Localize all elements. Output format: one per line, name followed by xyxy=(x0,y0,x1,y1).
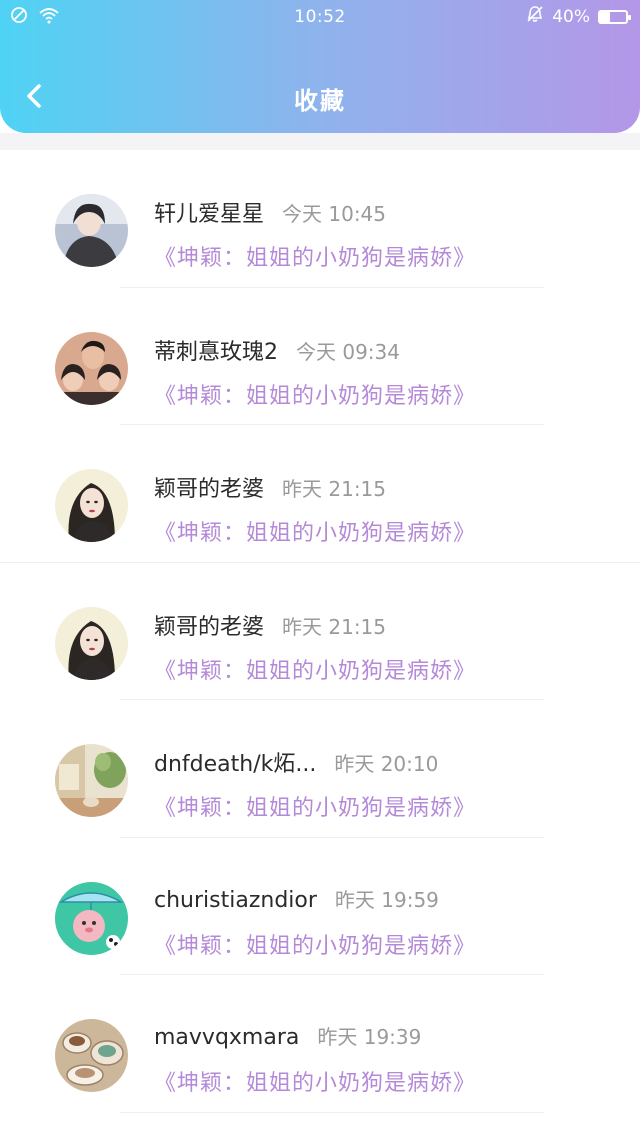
avatar[interactable] xyxy=(55,606,128,680)
timestamp: 今天 09:34 xyxy=(296,339,400,364)
name-line: 颖哥的老婆 昨天 21:15 xyxy=(154,471,386,503)
book-title-link[interactable]: 《坤颖：姐姐的小奶狗是病娇》 xyxy=(154,790,476,822)
book-title-link[interactable]: 《坤颖：姐姐的小奶狗是病娇》 xyxy=(154,928,476,960)
name-line: churistiazndior 昨天 19:59 xyxy=(154,884,439,913)
timestamp: 今天 10:45 xyxy=(282,202,387,226)
avatar[interactable] xyxy=(55,1019,128,1092)
list-item[interactable]: mavvqxmara 昨天 19:39 《坤颖：姐姐的小奶狗是病娇》 xyxy=(0,975,640,1113)
username[interactable]: 颖哥的老婆 xyxy=(154,471,264,503)
avatar[interactable] xyxy=(55,331,128,405)
bell-muted-icon xyxy=(526,5,544,28)
username[interactable]: 颖哥的老婆 xyxy=(154,609,264,641)
name-line: 颖哥的老婆 昨天 21:15 xyxy=(154,609,386,641)
favorites-list: 轩儿爱星星 今天 10:45 《坤颖：姐姐的小奶狗是病娇》 蒂刺惪玫瑰2 今天 … xyxy=(0,150,640,1113)
timestamp: 昨天 21:15 xyxy=(282,614,387,639)
timestamp: 昨天 21:15 xyxy=(282,477,387,501)
timestamp: 昨天 19:59 xyxy=(334,887,439,912)
username[interactable]: churistiazndior xyxy=(154,888,317,913)
book-title-link[interactable]: 《坤颖：姐姐的小奶狗是病娇》 xyxy=(154,653,476,685)
name-line: dnfdeath/k炻... 昨天 20:10 xyxy=(154,746,438,778)
list-item[interactable]: 颖哥的老婆 昨天 21:15 《坤颖：姐姐的小奶狗是病娇》 xyxy=(0,425,640,563)
avatar[interactable] xyxy=(55,881,128,955)
page-title: 收藏 xyxy=(294,87,346,115)
username[interactable]: 轩儿爱星星 xyxy=(154,196,264,228)
name-line: mavvqxmara 昨天 19:39 xyxy=(154,1021,421,1050)
avatar[interactable] xyxy=(55,744,128,817)
username[interactable]: mavvqxmara xyxy=(154,1025,299,1050)
battery-level xyxy=(600,11,611,22)
timestamp: 昨天 19:39 xyxy=(317,1025,422,1049)
book-title-link[interactable]: 《坤颖：姐姐的小奶狗是病娇》 xyxy=(154,515,476,547)
title-bar: 收藏 xyxy=(0,60,640,132)
status-icons-right: 40% xyxy=(526,5,631,28)
list-item[interactable]: 轩儿爱星星 今天 10:45 《坤颖：姐姐的小奶狗是病娇》 xyxy=(0,150,640,288)
name-line: 轩儿爱星星 今天 10:45 xyxy=(154,196,386,228)
divider xyxy=(120,1111,544,1113)
book-title-link[interactable]: 《坤颖：姐姐的小奶狗是病娇》 xyxy=(154,378,476,410)
username[interactable]: dnfdeath/k炻... xyxy=(154,746,316,778)
header: 10:52 40% 收藏 xyxy=(0,0,640,133)
list-item[interactable]: 蒂刺惪玫瑰2 今天 09:34 《坤颖：姐姐的小奶狗是病娇》 xyxy=(0,288,640,425)
avatar[interactable] xyxy=(55,469,128,542)
battery-percent: 40% xyxy=(552,6,590,27)
list-item[interactable]: 颖哥的老婆 昨天 21:15 《坤颖：姐姐的小奶狗是病娇》 xyxy=(0,563,640,700)
list-item[interactable]: churistiazndior 昨天 19:59 《坤颖：姐姐的小奶狗是病娇》 xyxy=(0,838,640,975)
username[interactable]: 蒂刺惪玫瑰2 xyxy=(154,334,278,366)
section-gap xyxy=(0,133,640,150)
name-line: 蒂刺惪玫瑰2 今天 09:34 xyxy=(154,334,400,366)
avatar[interactable] xyxy=(55,194,128,267)
timestamp: 昨天 20:10 xyxy=(334,752,439,776)
status-bar: 10:52 40% xyxy=(0,0,640,36)
book-title-link[interactable]: 《坤颖：姐姐的小奶狗是病娇》 xyxy=(154,1065,476,1097)
list-item[interactable]: dnfdeath/k炻... 昨天 20:10 《坤颖：姐姐的小奶狗是病娇》 xyxy=(0,700,640,838)
battery-icon xyxy=(598,9,631,24)
book-title-link[interactable]: 《坤颖：姐姐的小奶狗是病娇》 xyxy=(154,240,476,272)
